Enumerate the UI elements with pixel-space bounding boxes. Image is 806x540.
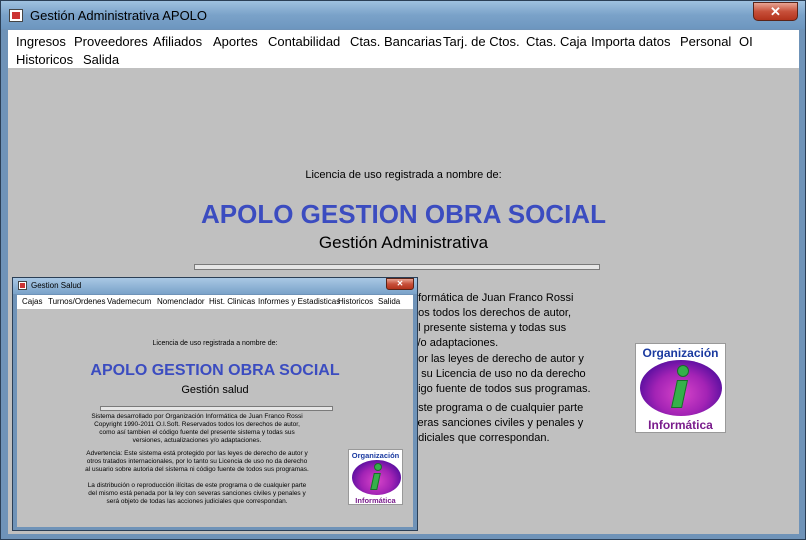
child-menu-cajas[interactable]: Cajas	[22, 297, 42, 306]
menu-personal[interactable]: Personal	[680, 34, 731, 49]
child-app-title: APOLO GESTION OBRA SOCIAL	[90, 362, 340, 379]
child-client-area: Licencia de uso registrada a nombre de: …	[17, 309, 413, 527]
organizacion-informatica-logo: Organización Informática	[635, 343, 726, 433]
child-menu-turnos[interactable]: Turnos/Ordenes	[48, 297, 106, 306]
menu-importa-datos[interactable]: Importa datos	[591, 34, 671, 49]
main-window: Gestión Administrativa APOLO ✕ Ingresos …	[0, 0, 806, 540]
child-copyright-paragraph: Sistema desarrollado por Organización In…	[91, 413, 303, 444]
child-app-subtitle: Gestión salud	[181, 384, 249, 396]
child-menu-informes[interactable]: Informes y Estadisticas	[258, 297, 340, 306]
copyright-paragraph: nformática de Juan Franco Rossi dos todo…	[412, 292, 574, 349]
warning-paragraph: por las leyes de derecho de autor y o su…	[412, 353, 591, 395]
child-menu-salida[interactable]: Salida	[378, 297, 400, 306]
app-subtitle: Gestión Administrativa	[318, 233, 489, 252]
child-distribution-paragraph: La distribución o reproducción ilícitas …	[87, 482, 307, 505]
child-menu-bar: Cajas Turnos/Ordenes Vademecum Nomenclad…	[17, 295, 413, 309]
child-title-bar[interactable]: Gestion Salud ✕	[13, 278, 417, 294]
child-menu-vademecum[interactable]: Vademecum	[107, 297, 151, 306]
child-menu-historicos[interactable]: Historicos	[338, 297, 373, 306]
close-button[interactable]: ✕	[753, 2, 798, 21]
child-separator-bar	[100, 406, 333, 411]
menu-bar: Ingresos Proveedores Afiliados Aportes C…	[8, 30, 799, 68]
child-window-gestion-salud[interactable]: Gestion Salud ✕ Cajas Turnos/Ordenes Vad…	[12, 277, 418, 531]
menu-ctas-caja[interactable]: Ctas. Caja	[526, 34, 587, 49]
app-window-icon	[9, 9, 23, 22]
child-info-i-icon	[374, 463, 382, 471]
child-warning-paragraph: Advertencia: Este sistema está protegido…	[85, 450, 309, 473]
child-menu-nomenclador[interactable]: Nomenclador	[157, 297, 205, 306]
menu-ctas-bancarias[interactable]: Ctas. Bancarias	[350, 34, 442, 49]
child-window-icon	[18, 281, 27, 290]
menu-contabilidad[interactable]: Contabilidad	[268, 34, 340, 49]
child-license-label: Licencia de uso registrada a nombre de:	[152, 340, 278, 347]
menu-aportes[interactable]: Aportes	[213, 34, 258, 49]
menu-salida[interactable]: Salida	[83, 52, 119, 67]
menu-proveedores[interactable]: Proveedores	[74, 34, 148, 49]
child-menu-hist-clinicas[interactable]: Hist. Clinicas	[209, 297, 255, 306]
child-window-title: Gestion Salud	[31, 281, 82, 290]
separator-bar	[194, 264, 600, 270]
info-i-icon	[677, 365, 689, 377]
license-label: Licencia de uso registrada a nombre de:	[305, 169, 502, 181]
child-close-button[interactable]: ✕	[386, 278, 414, 290]
menu-tarj-ctos[interactable]: Tarj. de Ctos.	[443, 34, 520, 49]
menu-historicos[interactable]: Historicos	[16, 52, 73, 67]
title-bar[interactable]: Gestión Administrativa APOLO ✕	[1, 1, 805, 29]
menu-afiliados[interactable]: Afiliados	[153, 34, 202, 49]
app-title: APOLO GESTION OBRA SOCIAL	[201, 199, 606, 229]
window-title: Gestión Administrativa APOLO	[30, 8, 208, 23]
distribution-paragraph: este programa o de cualquier parte veras…	[412, 402, 584, 444]
menu-oi[interactable]: OI	[739, 34, 753, 49]
menu-ingresos[interactable]: Ingresos	[16, 34, 66, 49]
child-organizacion-informatica-logo: Organización Informática	[348, 449, 403, 505]
